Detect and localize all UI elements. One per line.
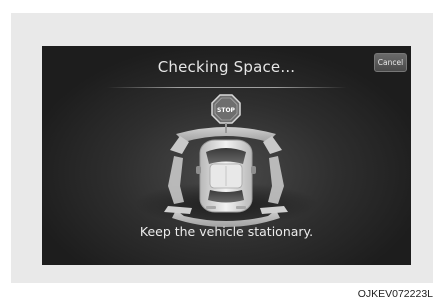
stop-sign-label: STOP (217, 107, 236, 114)
instruction-message: Keep the vehicle stationary. (139, 224, 314, 239)
parking-assist-screen: Checking Space... Cancel STOP Keep the v… (42, 46, 411, 265)
figure-code: OJKEV072223L (357, 288, 433, 300)
vehicle-top-view-icon (196, 139, 256, 213)
